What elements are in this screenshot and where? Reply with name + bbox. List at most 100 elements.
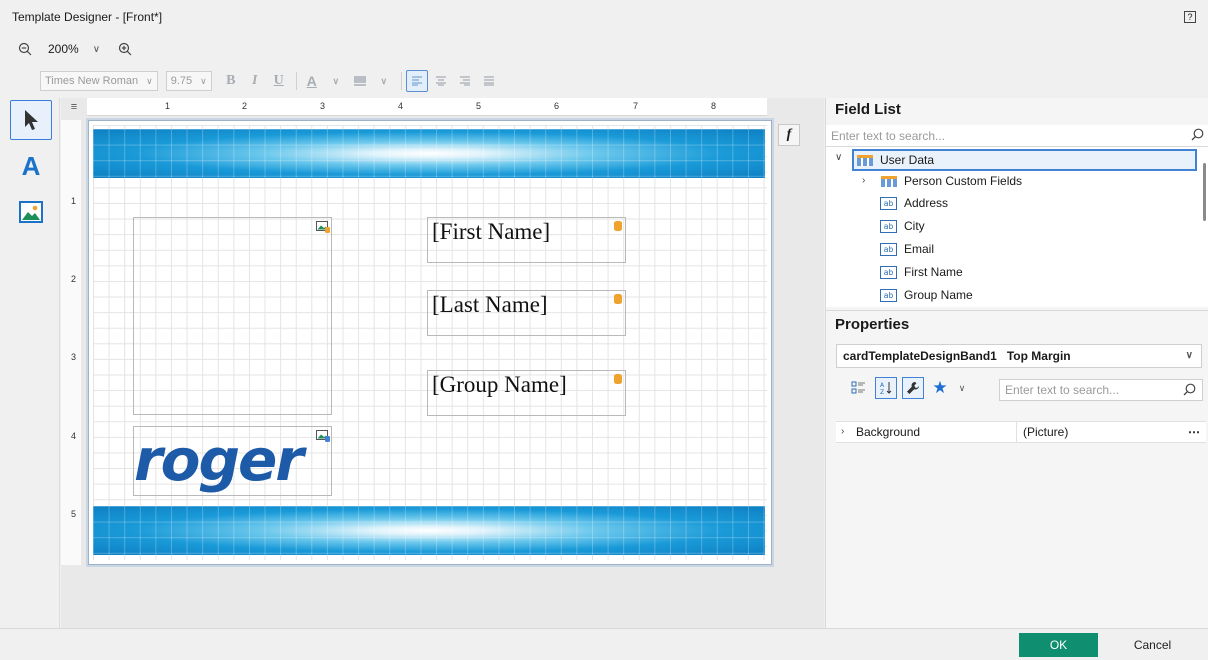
zoom-select[interactable]: 200% ∨ [42, 38, 108, 60]
design-surface: ≡ 1 2 3 4 5 6 7 8 1 2 3 4 5 [First Name]… [61, 98, 824, 628]
picture-bound-icon [316, 430, 330, 442]
text-field-icon: ab [880, 288, 897, 302]
vertical-ruler: 1 2 3 4 5 [61, 120, 81, 565]
ruler-number: 4 [398, 101, 404, 111]
font-size-value: 9.75 [170, 75, 193, 87]
ok-button[interactable]: OK [1019, 633, 1098, 657]
ruler-number: 5 [71, 509, 77, 519]
chevron-down-icon[interactable]: ∨ [325, 70, 347, 92]
bold-icon[interactable]: B [220, 70, 242, 92]
right-pane: Field List ∨ User Data › Person Custom F… [825, 98, 1208, 628]
property-row-background[interactable]: › Background (Picture) ⋯ [836, 421, 1206, 443]
zoom-in-icon[interactable] [114, 38, 136, 60]
property-name: Background [856, 425, 921, 439]
cancel-button[interactable]: Cancel [1113, 633, 1192, 657]
font-family-select[interactable]: Times New Roman ∨ [40, 71, 158, 91]
object-select[interactable]: cardTemplateDesignBand1 Top Margin ∨ [836, 344, 1202, 368]
tree-item-first-name[interactable]: ab First Name [880, 261, 963, 283]
underline-icon[interactable]: U [268, 70, 290, 92]
picture-bound-icon [316, 221, 330, 233]
zoom-out-icon[interactable] [14, 38, 36, 60]
align-center-icon[interactable] [430, 70, 452, 92]
property-value[interactable]: (Picture) ⋯ [1016, 422, 1206, 442]
top-band[interactable] [93, 129, 765, 178]
pointer-tool[interactable] [10, 100, 52, 140]
categorized-icon[interactable] [848, 377, 870, 399]
wrench-icon[interactable] [902, 377, 924, 399]
font-family-value: Times New Roman [45, 75, 139, 87]
first-name-field[interactable]: [First Name] [427, 217, 626, 263]
align-right-icon[interactable] [454, 70, 476, 92]
background-color-icon[interactable] [349, 70, 371, 92]
chevron-down-icon: ∨ [146, 75, 153, 86]
tree-item-label: First Name [904, 265, 963, 279]
logo-picture-box[interactable]: roger [133, 426, 332, 496]
help-icon[interactable]: ? [1184, 11, 1196, 23]
search-icon[interactable] [1183, 383, 1196, 399]
card-page[interactable]: [First Name] [Last Name] [Group Name] ro… [88, 120, 772, 565]
italic-icon[interactable]: I [244, 70, 266, 92]
ruler-number: 1 [71, 196, 77, 206]
tree-item-label: User Data [880, 153, 935, 167]
ruler-number: 6 [554, 101, 560, 111]
tree-item-person-custom-fields[interactable]: Person Custom Fields [878, 170, 1022, 192]
property-value-text: (Picture) [1023, 425, 1069, 439]
object-type: Top Margin [1006, 349, 1071, 363]
chevron-down-icon[interactable]: ∨ [835, 152, 842, 163]
photo-picture-box[interactable] [133, 217, 332, 415]
field-tree: ∨ User Data › Person Custom Fields ab Ad… [826, 147, 1208, 307]
align-left-icon[interactable] [405, 70, 428, 92]
property-search[interactable] [999, 379, 1203, 401]
svg-text:A: A [880, 382, 885, 389]
bottom-band[interactable] [93, 506, 765, 555]
font-size-select[interactable]: 9.75 ∨ [165, 71, 212, 91]
chevron-right-icon[interactable]: › [862, 175, 865, 186]
last-name-text: [Last Name] [432, 292, 548, 317]
tree-item-label: Address [904, 196, 949, 210]
chevron-down-icon: ∨ [1185, 350, 1193, 361]
ruler-menu-icon[interactable]: ≡ [61, 98, 87, 116]
group-name-text: [Group Name] [432, 372, 567, 397]
ruler-number: 3 [71, 352, 77, 362]
database-icon [614, 294, 622, 304]
tree-item-label: City [904, 219, 925, 233]
tree-item-city[interactable]: ab City [880, 215, 925, 237]
justify-icon[interactable] [478, 70, 500, 92]
chevron-down-icon[interactable]: ∨ [373, 70, 395, 92]
text-field-icon: ab [880, 196, 897, 210]
text-field-icon: ab [880, 242, 897, 256]
text-tool[interactable]: A [10, 146, 52, 186]
chevron-right-icon[interactable]: › [841, 426, 844, 437]
horizontal-ruler: 1 2 3 4 5 6 7 8 [87, 98, 767, 116]
scrollbar[interactable] [1203, 163, 1206, 221]
search-icon[interactable] [1191, 128, 1204, 144]
ruler-number: 3 [320, 101, 326, 111]
alphabetical-sort-icon[interactable]: AZ [875, 377, 897, 399]
tree-item-label: Person Custom Fields [904, 174, 1023, 188]
dialog-footer: OK Cancel [0, 628, 1208, 660]
more-options-icon[interactable]: ⋯ [1188, 422, 1200, 442]
tree-item-address[interactable]: ab Address [880, 192, 948, 214]
font-color-icon[interactable]: A [301, 70, 323, 92]
field-search[interactable] [826, 125, 1208, 147]
field-search-input[interactable] [826, 125, 1208, 146]
tree-item-email[interactable]: ab Email [880, 238, 934, 260]
chevron-down-icon: ∨ [200, 75, 207, 86]
function-icon[interactable]: f [778, 124, 800, 146]
favorites-star-icon[interactable]: ★ [929, 377, 951, 399]
table-icon [881, 175, 897, 187]
chevron-down-icon[interactable]: ∨ [956, 377, 968, 399]
first-name-text: [First Name] [432, 219, 551, 244]
pointer-icon [25, 110, 38, 130]
field-list-title: Field List [835, 101, 901, 118]
tree-item-group-name[interactable]: ab Group Name [880, 284, 973, 306]
ruler-number: 2 [71, 274, 77, 284]
group-name-field[interactable]: [Group Name] [427, 370, 626, 416]
property-search-input[interactable] [1000, 380, 1202, 400]
properties-title: Properties [835, 316, 910, 333]
table-icon [857, 154, 873, 166]
last-name-field[interactable]: [Last Name] [427, 290, 626, 336]
text-field-icon: ab [880, 219, 897, 233]
tree-item-user-data[interactable]: User Data [852, 149, 1197, 171]
picture-tool[interactable] [10, 192, 52, 232]
